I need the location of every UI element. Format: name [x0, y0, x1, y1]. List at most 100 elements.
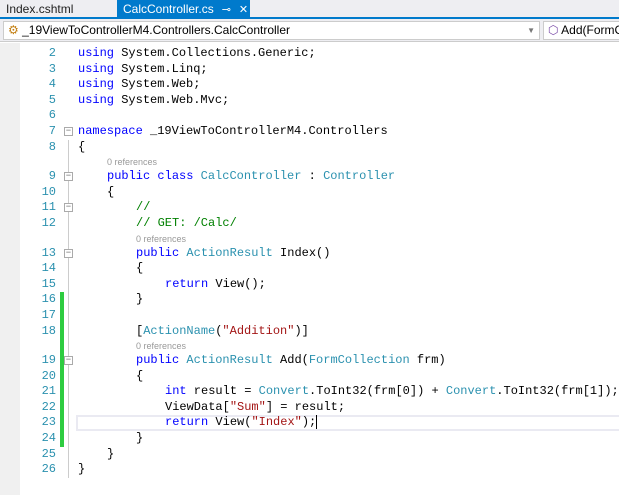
member-dropdown[interactable]: ⬡ Add(FormC	[543, 21, 619, 40]
line-number: 16	[41, 292, 56, 307]
outline-guide	[68, 276, 69, 293]
member-name: Add(FormC	[561, 23, 619, 37]
token-type: Controller	[323, 169, 396, 184]
token-kw: int	[165, 384, 187, 399]
token-type: ActionName	[143, 323, 216, 338]
method-icon: ⬡	[548, 23, 559, 37]
token-type: FormCollection	[308, 353, 410, 368]
code-text: return View("Index");	[165, 415, 318, 431]
code-text: int result = Convert.ToInt32(frm[0]) + C…	[165, 384, 619, 400]
code-line: 6	[0, 108, 619, 124]
references-link[interactable]: 0 references	[107, 155, 157, 169]
token-kw: public	[136, 245, 180, 260]
chevron-down-icon: ▼	[527, 26, 535, 35]
code-text: public ActionResult Add(FormCollection f…	[136, 353, 446, 369]
change-indicator	[60, 384, 64, 400]
line-number: 12	[41, 215, 56, 230]
token-plain: }	[136, 292, 144, 307]
outline-guide	[68, 368, 69, 385]
code-text: ViewData["Sum"] = result;	[165, 400, 345, 416]
collapse-icon[interactable]: −	[64, 172, 73, 182]
change-indicator	[60, 415, 64, 432]
token-type: Convert	[445, 384, 497, 399]
code-text: {	[136, 261, 143, 277]
collapse-icon[interactable]: −	[64, 126, 73, 136]
change-indicator	[60, 323, 64, 340]
code-text: using System.Web;	[78, 77, 200, 93]
token-kw: return	[165, 276, 209, 291]
outline-guide	[68, 462, 69, 478]
token-plain: System.Web;	[114, 77, 201, 92]
code-line: 12 // GET: /Calc/	[0, 215, 619, 232]
code-line: 11 // −	[0, 200, 619, 216]
references-link[interactable]: 0 references	[136, 232, 186, 246]
references-link[interactable]: 0 references	[136, 339, 186, 353]
code-text: {	[107, 185, 114, 201]
collapse-icon[interactable]: −	[64, 203, 73, 213]
navigation-bar: ⚙ _19ViewToControllerM4.Controllers.Calc…	[0, 19, 619, 42]
code-text: namespace _19ViewToControllerM4.Controll…	[78, 124, 388, 140]
close-icon[interactable]: ✕	[239, 4, 248, 16]
code-line: 24}	[0, 431, 619, 447]
class-icon: ⚙	[8, 23, 19, 37]
outline-guide	[68, 399, 69, 416]
codelens-references: 0 references	[0, 155, 619, 170]
code-editor[interactable]: 2 using System.Collections.Generic; 3 using…	[0, 43, 619, 495]
change-indicator	[60, 292, 64, 308]
code-line: 20 {	[0, 368, 619, 385]
line-number: 8	[48, 139, 56, 154]
line-number: 14	[41, 261, 56, 276]
outline-guide	[68, 261, 69, 277]
code-text: {	[136, 369, 143, 385]
tab-index-cshtml[interactable]: Index.cshtml	[0, 0, 79, 19]
code-text: }	[136, 292, 143, 308]
token-plain: {	[136, 261, 144, 276]
line-number: 17	[41, 307, 56, 322]
code-line: 17	[0, 307, 619, 324]
token-str: "Sum"	[229, 399, 266, 414]
line-number: 21	[41, 384, 56, 399]
token-plain: )]	[294, 323, 309, 338]
class-path: _19ViewToControllerM4.Controllers.CalcCo…	[22, 23, 290, 37]
collapse-icon[interactable]: −	[64, 356, 73, 366]
token-type: CalcController	[200, 169, 302, 184]
line-number: 11	[41, 200, 56, 215]
class-dropdown[interactable]: ⚙ _19ViewToControllerM4.Controllers.Calc…	[3, 21, 540, 40]
token-kw: return	[165, 415, 209, 430]
code-line: 3 using System.Linq;	[0, 62, 619, 78]
code-line: 25}	[0, 446, 619, 463]
token-plain: {	[107, 184, 115, 199]
token-kw: namespace	[78, 123, 143, 138]
line-number: 7	[48, 123, 56, 138]
pin-icon[interactable]: ⊸	[222, 4, 231, 16]
token-plain: View();	[208, 276, 266, 291]
token-kw: using	[78, 46, 115, 60]
line-number: 5	[48, 92, 56, 107]
code-text: }	[78, 462, 85, 478]
code-text: }	[107, 447, 114, 463]
token-kw: public	[136, 353, 180, 368]
code-line: 26}	[0, 462, 619, 478]
outline-guide	[68, 339, 69, 354]
token-plain: Add(	[272, 353, 309, 368]
line-number: 3	[48, 61, 56, 76]
line-number: 6	[48, 108, 56, 123]
text-cursor	[316, 415, 318, 430]
code-text: //	[136, 200, 150, 216]
code-text: [ActionName("Addition")]	[136, 324, 309, 340]
collapse-icon[interactable]: −	[64, 248, 73, 258]
outline-guide	[68, 431, 69, 447]
current-line-highlight	[76, 415, 619, 432]
token-plain: System.Web.Mvc;	[114, 92, 230, 107]
code-text: using System.Collections.Generic;	[78, 46, 316, 62]
code-line: 15 return View();	[0, 276, 619, 293]
line-number: 20	[41, 368, 56, 383]
token-plain: Index()	[272, 245, 331, 260]
tab-calccontroller-cs[interactable]: CalcController.cs ⊸ ✕	[117, 0, 250, 19]
change-indicator	[60, 399, 64, 416]
tab-bar: Index.cshtml CalcController.cs ⊸ ✕	[0, 0, 619, 19]
line-number: 9	[48, 169, 56, 184]
token-plain: ] = result;	[265, 399, 346, 414]
token-plain: {	[78, 139, 86, 154]
